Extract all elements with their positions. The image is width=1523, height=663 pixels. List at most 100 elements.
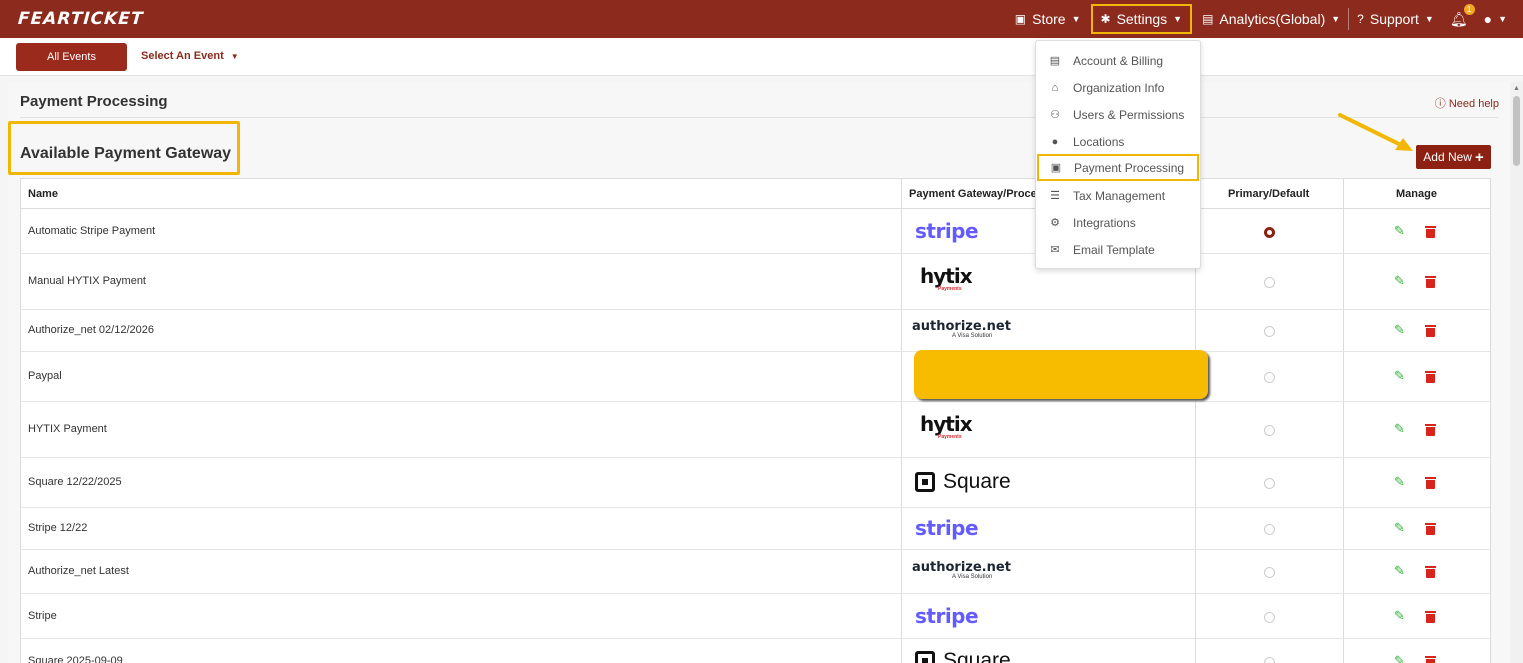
edit-icon[interactable]: ✎	[1394, 474, 1405, 490]
notifications-button[interactable]: 🔔︎ 1	[1442, 0, 1476, 38]
trash-glyph	[1425, 276, 1436, 288]
trash-icon[interactable]	[1425, 424, 1436, 436]
edit-icon[interactable]: ✎	[1394, 368, 1405, 384]
primary-radio[interactable]	[1264, 612, 1275, 623]
need-help-link[interactable]: ⓘ Need help	[1435, 95, 1499, 111]
trash-glyph	[1425, 477, 1436, 489]
question-icon: ?	[1357, 12, 1364, 26]
trash-icon[interactable]	[1425, 656, 1436, 663]
edit-icon[interactable]: ✎	[1394, 223, 1405, 239]
edit-icon[interactable]: ✎	[1394, 520, 1405, 536]
divider	[20, 117, 1498, 118]
all-events-button[interactable]: All Events	[16, 43, 127, 71]
stripe-logo-text: stripe	[915, 219, 979, 243]
add-new-button[interactable]: Add New +	[1416, 145, 1491, 169]
menu-item-locations[interactable]: ● Locations	[1036, 128, 1202, 155]
redaction-box	[914, 350, 1208, 399]
store-label: Store	[1032, 11, 1066, 27]
section-title: Available Payment Gateway	[20, 145, 232, 162]
scrollbar-thumb[interactable]	[1513, 96, 1520, 166]
primary-radio[interactable]	[1264, 227, 1275, 238]
trash-icon[interactable]	[1425, 477, 1436, 489]
edit-icon[interactable]: ✎	[1394, 421, 1405, 437]
edit-icon[interactable]: ✎	[1394, 608, 1405, 624]
column-header-primary: Primary/Default	[1228, 188, 1310, 200]
gateway-name: Authorize_net Latest	[28, 565, 129, 577]
primary-radio[interactable]	[1264, 657, 1275, 663]
primary-radio[interactable]	[1264, 277, 1275, 288]
table-row: Authorize_net 02/12/2026 authorize.net A V…	[21, 310, 1490, 352]
cogs-icon: ⚙	[1050, 217, 1060, 229]
square-logo-text: Square	[943, 470, 1011, 493]
annotation-arrow	[1338, 113, 1413, 151]
column-header-manage: Manage	[1396, 188, 1437, 200]
main-content: Payment Processing ⓘ Need help Available…	[8, 82, 1510, 663]
square-logo-icon	[915, 651, 935, 663]
trash-glyph	[1425, 371, 1436, 383]
trash-glyph	[1425, 566, 1436, 578]
menu-item-label: Account & Billing	[1073, 53, 1164, 68]
page-scrollbar[interactable]: ▲	[1510, 82, 1523, 663]
table-row: Manual HYTIX Payment hytix Payments ✎	[21, 254, 1490, 310]
square-logo: Square	[915, 649, 1011, 663]
table-row: Stripe 12/22 stripe ✎	[21, 508, 1490, 550]
hytix-logo: hytix Payments	[920, 266, 973, 292]
primary-radio[interactable]	[1264, 326, 1275, 337]
menu-item-payment-processing[interactable]: ▣ Payment Processing	[1037, 154, 1199, 181]
trash-icon[interactable]	[1425, 371, 1436, 383]
gateway-name: Authorize_net 02/12/2026	[28, 324, 154, 336]
menu-item-email-template[interactable]: ✉ Email Template	[1036, 236, 1202, 263]
trash-icon[interactable]	[1425, 276, 1436, 288]
trash-glyph	[1425, 325, 1436, 337]
trash-icon[interactable]	[1425, 611, 1436, 623]
table-row: Square 2025-09-09 Square ✎	[21, 639, 1490, 663]
chart-icon: ☰	[1050, 190, 1060, 202]
menu-item-label: Users & Permissions	[1073, 107, 1185, 122]
scroll-up-icon[interactable]: ▲	[1513, 85, 1520, 92]
column-header-name: Name	[28, 188, 58, 200]
primary-radio[interactable]	[1264, 425, 1275, 436]
gateway-name: Automatic Stripe Payment	[28, 225, 156, 237]
gateway-name: Square 12/22/2025	[28, 476, 122, 488]
menu-item-integrations[interactable]: ⚙ Integrations	[1036, 209, 1202, 236]
chevron-down-icon: ▼	[1173, 14, 1183, 24]
page-title: Payment Processing	[20, 93, 168, 110]
trash-icon[interactable]	[1425, 566, 1436, 578]
trash-icon[interactable]	[1425, 226, 1436, 238]
user-icon: ●	[1483, 11, 1493, 27]
analytics-menu[interactable]: ▤ Analytics(Global) ▼	[1194, 0, 1348, 38]
support-menu[interactable]: ? Support ▼	[1349, 0, 1442, 38]
trash-icon[interactable]	[1425, 325, 1436, 337]
map-pin-icon: ●	[1051, 135, 1059, 148]
authorize-net-logo: authorize.net A Visa Solution	[912, 561, 1011, 580]
store-menu[interactable]: ▣ Store ▼	[1007, 0, 1089, 38]
settings-menu[interactable]: ✱ Settings ▼	[1090, 4, 1193, 34]
edit-icon[interactable]: ✎	[1394, 322, 1405, 338]
app-logo[interactable]: FEARTICKET	[17, 9, 144, 29]
stripe-logo-text: stripe	[915, 604, 979, 628]
edit-icon[interactable]: ✎	[1394, 273, 1405, 289]
menu-item-users-permissions[interactable]: ⚇ Users & Permissions	[1036, 101, 1202, 128]
select-event-dropdown[interactable]: Select An Event ▼	[141, 50, 239, 62]
primary-radio[interactable]	[1264, 524, 1275, 535]
gateway-table: Name Payment Gateway/Proce Primary/Defau…	[20, 178, 1491, 663]
info-icon: ⓘ	[1434, 98, 1446, 110]
menu-item-tax-management[interactable]: ☰ Tax Management	[1036, 182, 1202, 209]
top-navbar: FEARTICKET ▣ Store ▼ ✱ Settings ▼ ▤ Anal…	[0, 0, 1523, 38]
edit-icon[interactable]: ✎	[1394, 653, 1405, 663]
menu-item-account-billing[interactable]: ▤ Account & Billing	[1036, 47, 1202, 74]
primary-radio[interactable]	[1264, 567, 1275, 578]
primary-radio[interactable]	[1264, 372, 1275, 383]
stripe-logo: stripe	[915, 516, 979, 540]
primary-radio[interactable]	[1264, 478, 1275, 489]
menu-item-organization-info[interactable]: ⌂ Organization Info	[1036, 74, 1202, 101]
trash-icon[interactable]	[1425, 523, 1436, 535]
hytix-logo: hytix Payments	[920, 414, 973, 440]
table-row: Square 12/22/2025 Square ✎	[21, 458, 1490, 508]
table-header: Name Payment Gateway/Proce Primary/Defau…	[21, 179, 1490, 209]
stripe-logo: stripe	[915, 604, 979, 628]
edit-icon[interactable]: ✎	[1394, 563, 1405, 579]
menu-item-label: Payment Processing	[1074, 160, 1185, 175]
user-menu[interactable]: ● ▼	[1476, 0, 1523, 38]
menu-item-label: Organization Info	[1073, 80, 1165, 95]
